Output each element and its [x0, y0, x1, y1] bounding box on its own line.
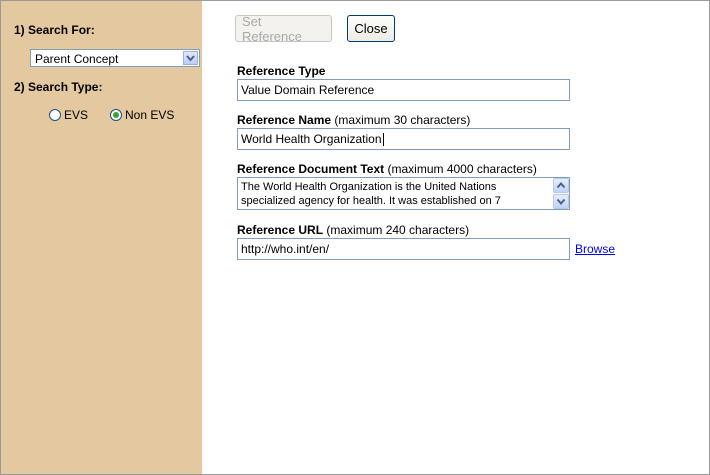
reference-type-label-text: Reference Type: [237, 64, 326, 78]
chevron-down-icon[interactable]: [183, 51, 198, 65]
scroll-up-icon[interactable]: [553, 178, 569, 193]
reference-name-field[interactable]: World Health Organization: [237, 128, 570, 150]
document-scrollbar[interactable]: [553, 178, 569, 209]
search-for-label: 1) Search For:: [14, 23, 95, 37]
reference-url-label: Reference URL (maximum 240 characters): [237, 223, 469, 237]
set-reference-button[interactable]: Set Reference: [235, 14, 332, 44]
reference-document-label-text: Reference Document Text: [237, 162, 385, 176]
reference-type-field[interactable]: Value Domain Reference: [237, 79, 570, 101]
reference-name-label-text: Reference Name: [237, 113, 332, 127]
reference-document-label: Reference Document Text (maximum 4000 ch…: [237, 162, 537, 176]
reference-document-value: The World Health Organization is the Uni…: [241, 181, 501, 207]
scroll-down-icon[interactable]: [553, 194, 569, 209]
search-type-label: 2) Search Type:: [14, 80, 103, 94]
reference-type-label: Reference Type: [237, 64, 325, 78]
search-for-dropdown[interactable]: Parent Concept: [30, 49, 200, 67]
radio-nonevs-label: Non EVS: [125, 108, 175, 122]
reference-name-value: World Health Organization: [241, 132, 382, 146]
search-for-selected-value: Parent Concept: [35, 52, 119, 66]
radio-nonevs-button[interactable]: [110, 109, 122, 121]
radio-evs-label: EVS: [64, 108, 89, 122]
reference-document-hint: (maximum 4000 characters): [384, 162, 537, 176]
search-sidebar: 1) Search For: Parent Concept 2) Search …: [1, 1, 202, 474]
reference-url-field[interactable]: http://who.int/en/: [237, 238, 570, 260]
radio-evs-option[interactable]: EVS: [49, 108, 88, 122]
radio-nonevs-option[interactable]: Non EVS: [110, 108, 174, 122]
reference-document-textarea[interactable]: The World Health Organization is the Uni…: [237, 177, 570, 210]
reference-name-label: Reference Name (maximum 30 characters): [237, 113, 470, 127]
reference-url-hint: (maximum 240 characters): [323, 223, 470, 237]
dialog-window: 1) Search For: Parent Concept 2) Search …: [0, 0, 710, 475]
radio-evs-button[interactable]: [49, 109, 61, 121]
close-button[interactable]: Close: [347, 15, 395, 42]
text-caret: [382, 133, 384, 147]
browse-link[interactable]: Browse: [575, 242, 615, 256]
reference-url-label-text: Reference URL: [237, 223, 324, 237]
reference-name-hint: (maximum 30 characters): [331, 113, 471, 127]
